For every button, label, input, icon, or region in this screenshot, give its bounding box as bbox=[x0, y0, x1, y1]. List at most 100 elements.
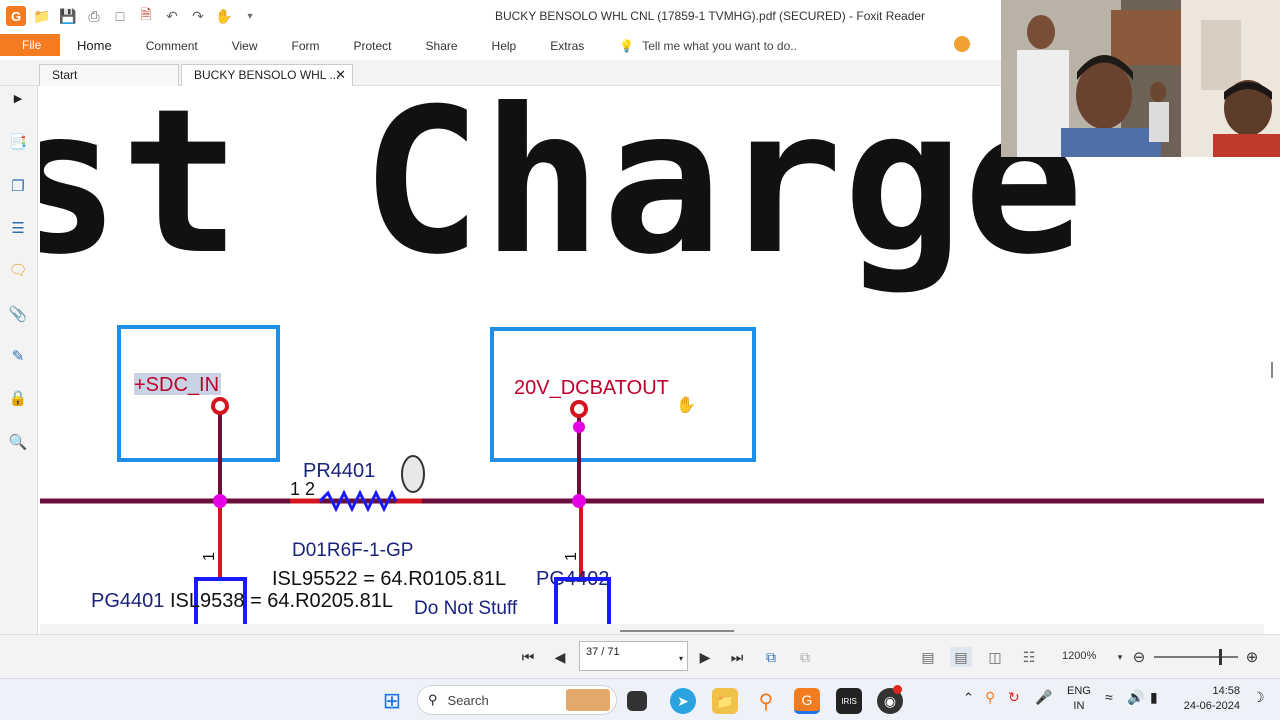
schematic-canvas: st Charge +SDC_IN 20V_DCBATOUT PR4401 1 … bbox=[40, 86, 1264, 624]
tab-help[interactable]: Help bbox=[475, 32, 534, 60]
bookmarks-icon[interactable]: 📑 bbox=[8, 132, 28, 152]
redo-icon[interactable]: ↷ bbox=[188, 6, 208, 26]
tray-mic-icon[interactable]: 🎤 bbox=[1035, 689, 1052, 706]
language-indicator[interactable]: ENG IN bbox=[1067, 685, 1091, 712]
first-page-icon[interactable]: ⏮ bbox=[518, 647, 538, 667]
save-icon[interactable]: 💾 bbox=[58, 6, 78, 26]
tab-protect[interactable]: Protect bbox=[337, 32, 409, 60]
tab-file[interactable]: File bbox=[0, 34, 60, 56]
resistor-pin-numbers: 1 2 bbox=[290, 479, 315, 499]
layers-icon[interactable]: ☰ bbox=[8, 218, 28, 238]
net-label-20v-dcbatout: 20V_DCBATOUT bbox=[514, 377, 669, 399]
continuous-view-icon[interactable]: ▤ bbox=[950, 647, 972, 667]
pg4401-label: PG4401 bbox=[91, 590, 164, 612]
single-page-view-icon[interactable]: ▤ bbox=[918, 647, 938, 667]
tab-form[interactable]: Form bbox=[275, 32, 337, 60]
facing-view-icon[interactable]: ◫ bbox=[985, 647, 1005, 667]
tab-document[interactable]: BUCKY BENSOLO WHL ... ✕ bbox=[181, 64, 353, 86]
windows-start-icon[interactable]: ⊞ bbox=[379, 688, 405, 714]
tell-me-search[interactable]: 💡 Tell me what you want to do.. bbox=[619, 39, 797, 53]
insert-page-icon[interactable]: ⧉ bbox=[761, 647, 781, 667]
open-folder-icon[interactable]: 📁 bbox=[32, 6, 52, 26]
security-lock-icon[interactable]: 🔒 bbox=[8, 388, 28, 408]
horizontal-scrollbar[interactable] bbox=[40, 624, 1264, 634]
zoom-level[interactable]: 1200% bbox=[1062, 650, 1096, 662]
attachments-icon[interactable]: 📎 bbox=[8, 304, 28, 324]
search-icon: ⚲ bbox=[428, 692, 438, 707]
tab-home[interactable]: Home bbox=[60, 32, 129, 60]
next-page-icon[interactable]: ▶ bbox=[695, 647, 715, 667]
page-number-input[interactable]: 37 / 71 ▾ bbox=[579, 641, 688, 671]
document-viewport[interactable]: st Charge +SDC_IN 20V_DCBATOUT PR4401 1 … bbox=[40, 86, 1264, 624]
schematic-heading: st Charge bbox=[40, 86, 1084, 299]
resistor-part-label: D01R6F-1-GP bbox=[292, 540, 413, 561]
foxit-reader-taskbar-icon[interactable]: G bbox=[794, 688, 820, 714]
undo-icon[interactable]: ↶ bbox=[162, 6, 182, 26]
tab-extras[interactable]: Extras bbox=[533, 32, 601, 60]
net-port-left bbox=[211, 397, 229, 415]
iris-icon[interactable]: IRIS bbox=[836, 688, 862, 714]
continuous-facing-icon[interactable]: ☷ bbox=[1019, 647, 1039, 667]
junction-dot-left bbox=[213, 494, 227, 508]
windows-taskbar: ⊞ ⚲ Search ➤ 📁 ⚲ G IRIS ◉ ⌃ ⚲ ↻ 🎤 ENG IN… bbox=[0, 678, 1280, 720]
zoom-slider-thumb[interactable] bbox=[1219, 649, 1222, 665]
webcam-image bbox=[1001, 0, 1280, 157]
volume-icon[interactable]: 🔊 bbox=[1127, 689, 1144, 706]
taskbar-search[interactable]: ⚲ Search bbox=[417, 685, 617, 715]
zoom-in-icon[interactable]: ⊕ bbox=[1243, 647, 1261, 667]
tray-foxit-icon[interactable]: ⚲ bbox=[985, 689, 995, 706]
tab-view[interactable]: View bbox=[215, 32, 275, 60]
foxit-search-icon[interactable]: ⚲ bbox=[753, 688, 779, 714]
foxit-logo-icon: G bbox=[6, 6, 26, 26]
telegram-icon[interactable]: ➤ bbox=[670, 688, 696, 714]
tab-share[interactable]: Share bbox=[409, 32, 475, 60]
tray-overflow-icon[interactable]: ⌃ bbox=[963, 690, 974, 706]
webcam-overlay bbox=[1001, 0, 1280, 157]
tab-document-label: BUCKY BENSOLO WHL ... bbox=[194, 68, 340, 82]
note-isl9538: ISL9538 = 64.R0205.81L bbox=[170, 590, 393, 612]
extract-page-icon[interactable]: ⧉ bbox=[795, 647, 815, 667]
signatures-icon[interactable]: ✎ bbox=[8, 346, 28, 366]
vertical-scrollbar-thumb[interactable] bbox=[1271, 362, 1273, 378]
clock-date: 24-06-2024 bbox=[1183, 700, 1240, 712]
customize-dropdown-icon[interactable]: ▾ bbox=[240, 6, 260, 26]
wifi-icon[interactable]: ≈ bbox=[1105, 689, 1113, 705]
vertical-scrollbar[interactable] bbox=[1264, 86, 1280, 634]
zoom-dropdown-icon[interactable]: ▾ bbox=[1114, 647, 1126, 667]
tab-comment[interactable]: Comment bbox=[129, 32, 215, 60]
junction-dot-right bbox=[572, 494, 586, 508]
last-page-icon[interactable]: ⏭ bbox=[727, 647, 747, 667]
do-not-stuff-label: Do Not Stuff bbox=[414, 598, 518, 619]
window-title: BUCKY BENSOLO WHL CNL (17859-1 TVMHG).pd… bbox=[494, 9, 926, 23]
page-dropdown-icon[interactable]: ▾ bbox=[679, 654, 683, 663]
document-icon[interactable]: 🗎 bbox=[136, 6, 156, 26]
file-explorer-icon[interactable]: 📁 bbox=[712, 688, 738, 714]
zoom-slider[interactable] bbox=[1154, 649, 1238, 665]
net-port-right bbox=[570, 400, 588, 418]
tab-start[interactable]: Start bbox=[39, 64, 179, 86]
battery-icon[interactable]: ▮ bbox=[1150, 689, 1158, 706]
notifications-icon[interactable]: ☽ bbox=[1252, 689, 1265, 706]
tell-me-label: Tell me what you want to do.. bbox=[642, 39, 797, 53]
tray-sync-icon[interactable]: ↻ bbox=[1008, 689, 1020, 706]
search-tool-icon[interactable]: 🔍 bbox=[8, 432, 28, 452]
previous-page-icon[interactable]: ◀ bbox=[550, 647, 570, 667]
hand-tool-icon[interactable]: ✋ bbox=[214, 6, 234, 26]
net-label-sdc-in: +SDC_IN bbox=[134, 374, 219, 396]
horizontal-scrollbar-thumb[interactable] bbox=[620, 630, 734, 632]
print-icon[interactable]: ⎙ bbox=[84, 6, 104, 26]
note-isl95522: ISL95522 = 64.R0105.81L bbox=[272, 568, 506, 590]
task-view-icon[interactable] bbox=[627, 691, 647, 711]
expand-panel-icon[interactable]: ▶ bbox=[8, 88, 28, 108]
pages-icon[interactable]: ❐ bbox=[8, 176, 28, 196]
window-icon[interactable]: □ bbox=[110, 6, 130, 26]
region-label: IN bbox=[1073, 700, 1085, 712]
clock[interactable]: 14:58 24-06-2024 bbox=[1180, 685, 1240, 712]
close-tab-icon[interactable]: ✕ bbox=[335, 65, 346, 85]
comments-icon[interactable]: 🗨 bbox=[8, 260, 28, 280]
zoom-out-icon[interactable]: ⊖ bbox=[1130, 647, 1148, 667]
left-panel: ▶ 📑 ❐ ☰ 🗨 📎 ✎ 🔒 🔍 bbox=[0, 86, 38, 634]
pin-marker-icon bbox=[401, 455, 425, 493]
feedback-icon[interactable] bbox=[954, 36, 970, 52]
junction-dot-right-top bbox=[573, 421, 585, 433]
